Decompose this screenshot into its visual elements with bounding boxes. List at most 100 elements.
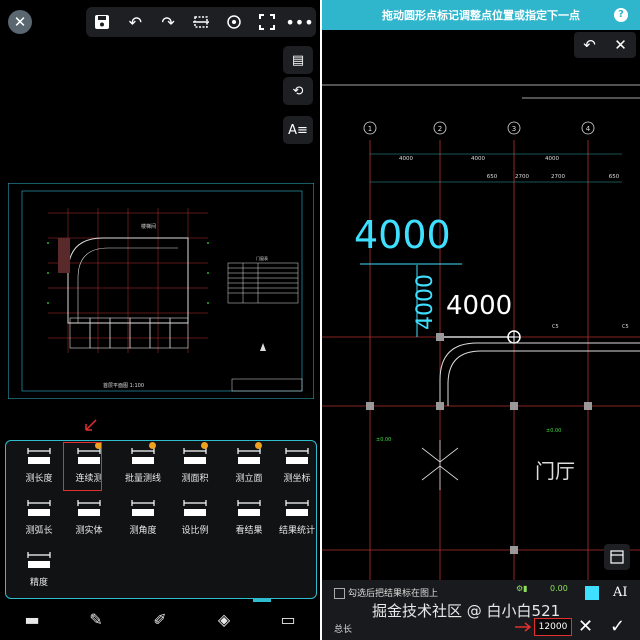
watermark-text: 掘金技术社区 @ 白小白521 <box>372 602 561 620</box>
fullscreen-icon[interactable] <box>256 11 278 33</box>
measure-canvas[interactable]: 1 2 3 4 4000 4000 4000 650 2700 2700 650… <box>322 60 640 580</box>
tool-label: 结果统计 <box>278 526 315 536</box>
help-icon[interactable]: ? <box>614 8 628 22</box>
more-icon[interactable]: ••• <box>285 11 313 33</box>
coordinate-icon <box>282 445 312 467</box>
undo-point-icon[interactable]: ↶ <box>583 36 596 54</box>
crop-icon[interactable] <box>190 11 212 33</box>
col-label-1: C5 <box>552 324 559 330</box>
room-label: 楼梯间 <box>141 223 156 230</box>
tool-area[interactable]: 测面积 <box>170 442 220 493</box>
collaboration-side-button[interactable]: ⟲ <box>283 77 313 105</box>
scale-icon <box>180 497 210 519</box>
arc-icon <box>24 497 54 519</box>
elev-label-1: ±0.00 <box>546 428 561 434</box>
comment-nav-icon[interactable]: ▬ <box>21 610 43 632</box>
edit-nav-icon[interactable]: ✐ <box>149 610 171 632</box>
axis-label-3: 3 <box>512 125 516 133</box>
comment-icon: ▤ <box>291 52 305 68</box>
confirm-measure-icon[interactable]: ✓ <box>610 616 625 637</box>
vertical-dim-text: 4000 <box>413 274 438 330</box>
elev-label-2: ±0.00 <box>376 437 391 443</box>
dim-top-2: 4000 <box>471 156 485 162</box>
tool-coordinate[interactable]: 测坐标 <box>272 445 320 493</box>
new-badge <box>149 442 156 449</box>
tool-label: 测弧长 <box>25 526 53 536</box>
measure-nav-icon[interactable]: ▭ <box>277 610 299 632</box>
tool-label: 批量测线 <box>124 474 161 484</box>
white-dim-text: 4000 <box>446 291 512 321</box>
top-toolbar: ↶ ↷ ••• <box>86 7 316 37</box>
entity-icon <box>74 497 104 519</box>
batch-measure-icon <box>128 442 158 467</box>
dim-second-3: 2700 <box>551 174 565 180</box>
tool-statistics[interactable]: 结果统计 <box>272 497 320 545</box>
tool-result[interactable]: 看结果 <box>224 497 274 545</box>
hint-bar: 拖动圆形点标记调整点位置或指定下一点 ? <box>322 0 640 30</box>
result-icon <box>234 497 264 519</box>
settings-measure-icon[interactable]: ⚙▮ <box>516 584 528 593</box>
result-precision-icon[interactable]: 0.00 <box>550 584 568 593</box>
tool-label: 测实体 <box>75 526 103 536</box>
tool-batch-measure[interactable]: 批量测线 <box>118 442 168 493</box>
dim-top-3: 4000 <box>545 156 559 162</box>
dim-second-4: 650 <box>609 174 620 180</box>
save-icon[interactable] <box>91 11 113 33</box>
bottom-nav: ▬ ✎ ✐ ◈ ▭ <box>0 602 320 640</box>
tool-ruler[interactable]: 测长度 <box>14 445 64 493</box>
precision-icon <box>24 549 54 571</box>
checkbox-label: 勾选后把结果标在图上 <box>348 589 439 599</box>
tool-label: 测角度 <box>129 526 157 536</box>
right-screen: 拖动圆形点标记调整点位置或指定下一点 ? ↶ ✕ 1 2 3 4 4000 40… <box>322 0 640 640</box>
collaboration-icon: ⟲ <box>292 83 304 99</box>
point-edit-controls: ↶ ✕ <box>574 32 636 58</box>
total-value: 12000 <box>534 618 572 636</box>
dim-top-1: 4000 <box>399 156 413 162</box>
tool-label: 精度 <box>29 578 48 588</box>
text-style-side-button[interactable]: A≡ <box>283 116 313 144</box>
floor-plan-thumbnail[interactable]: 楼梯间 门窗表 首层平面图 1:100 <box>8 183 314 399</box>
undo-icon[interactable]: ↶ <box>124 11 146 33</box>
col-label-2: C5 <box>622 324 629 330</box>
close-button[interactable]: ✕ <box>8 10 32 34</box>
new-badge <box>201 442 208 449</box>
pencil-nav-icon[interactable]: ✎ <box>85 610 107 632</box>
room-name-text: 门厅 <box>535 459 575 483</box>
tool-label: 测立面 <box>235 474 263 484</box>
tool-angle[interactable]: 测角度 <box>118 497 168 545</box>
close-icon: ✕ <box>13 13 27 31</box>
total-label: 总长 <box>334 625 353 635</box>
tool-label: 测长度 <box>25 474 53 484</box>
color-swatch[interactable] <box>585 586 599 600</box>
angle-icon <box>128 497 158 519</box>
text-style-icon: A≡ <box>288 122 308 138</box>
zoom-icon[interactable] <box>223 11 245 33</box>
cancel-measure-icon[interactable]: ✕ <box>578 616 593 637</box>
ruler-icon <box>24 445 54 467</box>
close-edit-icon[interactable]: ✕ <box>614 36 627 54</box>
tool-precision[interactable]: 精度 <box>14 549 64 597</box>
tool-label: 测坐标 <box>283 474 311 484</box>
continuous-measure-highlight <box>63 442 102 491</box>
new-badge <box>255 442 262 449</box>
text-size-icon[interactable]: AI <box>613 585 628 600</box>
hint-text: 拖动圆形点标记调整点位置或指定下一点 <box>382 9 580 22</box>
tool-entity[interactable]: 测实体 <box>64 497 114 545</box>
tool-elevation[interactable]: 测立面 <box>224 442 274 493</box>
axis-label-2: 2 <box>438 125 442 133</box>
red-arrow-right-icon <box>515 622 532 632</box>
redo-icon[interactable]: ↷ <box>157 11 179 33</box>
layers-nav-icon[interactable]: ◈ <box>213 610 235 632</box>
tool-arc[interactable]: 测弧长 <box>14 497 64 545</box>
statistics-icon <box>282 497 312 519</box>
red-arrow-icon <box>85 419 97 431</box>
tool-scale[interactable]: 设比例 <box>170 497 220 545</box>
left-screen: ✕ ↶ ↷ ••• ▤ ⟲ A≡ 楼梯间 门窗表 首层平面图 1:100 测长度… <box>0 0 320 640</box>
result-bar: 勾选后把结果标在图上 ⚙▮ 0.00 AI 掘金技术社区 @ 白小白521 总长… <box>322 580 640 640</box>
drawing-title: 首层平面图 1:100 <box>103 382 144 389</box>
mark-result-checkbox[interactable] <box>334 588 345 599</box>
comment-side-button[interactable]: ▤ <box>283 46 313 74</box>
dim-second-1: 650 <box>487 174 498 180</box>
big-dim-text: 4000 <box>354 213 451 257</box>
tool-label: 设比例 <box>181 526 209 536</box>
